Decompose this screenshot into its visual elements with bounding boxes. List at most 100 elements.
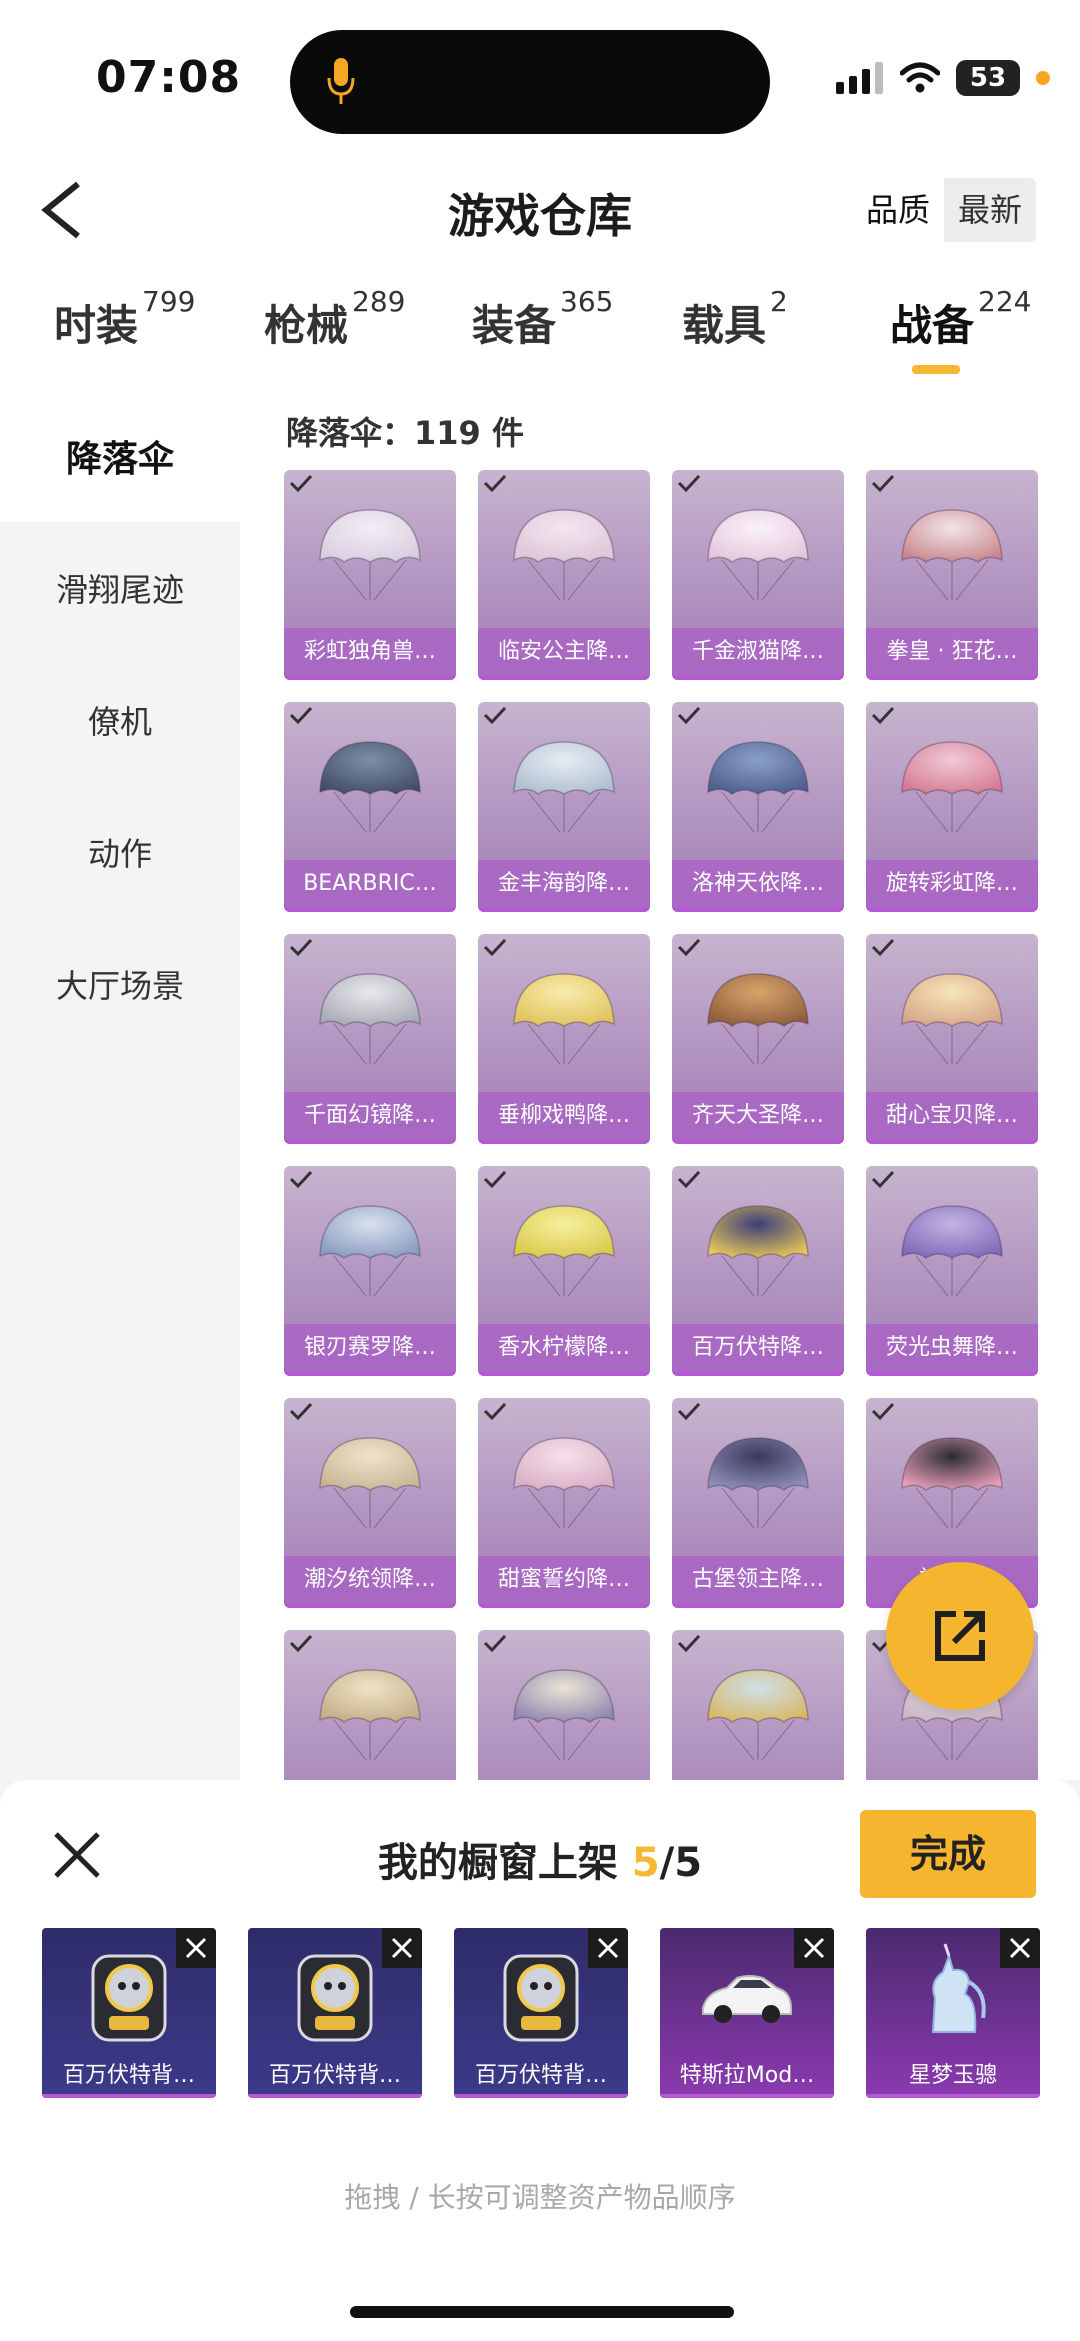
tab-equipment[interactable]: 装备 365 — [472, 285, 613, 353]
tab-label: 载具 — [682, 301, 767, 350]
parachute-image — [319, 973, 421, 1065]
close-icon — [803, 1937, 825, 1959]
parachute-item-card[interactable]: 潮汐统领降… — [284, 1398, 456, 1608]
parachute-item-card[interactable]: 洛神天依降… — [672, 702, 844, 912]
remove-item-button[interactable] — [382, 1928, 422, 1968]
done-button[interactable]: 完成 — [860, 1810, 1036, 1898]
showcase-item-label: 特斯拉Mod… — [679, 2063, 815, 2088]
parachute-image — [707, 973, 809, 1065]
remove-item-button[interactable] — [794, 1928, 834, 1968]
reorder-hint: 拖拽 / 长按可调整资产物品顺序 — [344, 2181, 736, 2214]
car-image — [702, 1975, 792, 2023]
showcase-item[interactable]: 星梦玉骢 — [866, 1928, 1040, 2098]
parachute-item-name: 金丰海韵降… — [478, 860, 650, 912]
parachute-item-name: 百万伏特降… — [672, 1324, 844, 1376]
checkmark-icon — [483, 938, 507, 957]
parachute-image — [513, 1205, 615, 1297]
parachute-item-card[interactable]: 银刃赛罗降… — [284, 1166, 456, 1376]
remove-item-button[interactable] — [1000, 1928, 1040, 1968]
showcase-total-count: /5 — [659, 1840, 703, 1886]
parachute-item-card[interactable]: 千面幻镜降… — [284, 934, 456, 1144]
parachute-item-card[interactable] — [672, 1630, 844, 1780]
side-item-emote[interactable]: 动作 — [0, 786, 240, 918]
parachute-item-name: 拳皇 · 狂花… — [866, 628, 1038, 680]
checkmark-icon — [289, 1402, 313, 1421]
parachute-item-card[interactable]: 临安公主降… — [478, 470, 650, 680]
parachute-item-card[interactable] — [284, 1630, 456, 1780]
tab-count: 2 — [770, 285, 788, 318]
wifi-icon — [900, 62, 940, 93]
parachute-item-card[interactable]: 荧光虫舞降… — [866, 1166, 1038, 1376]
dynamic-island — [290, 30, 770, 134]
parachute-item-card[interactable]: 拳皇 · 狂花… — [866, 470, 1038, 680]
checkmark-icon — [289, 1170, 313, 1189]
parachute-item-card[interactable]: 百万伏特降… — [672, 1166, 844, 1376]
parachute-image — [319, 741, 421, 833]
checkmark-icon — [289, 474, 313, 493]
parachute-item-card[interactable]: 金丰海韵降… — [478, 702, 650, 912]
tab-battle-gear[interactable]: 战备 224 — [890, 285, 1031, 353]
side-item-parachute[interactable]: 降落伞 — [0, 390, 240, 522]
parachute-item-card[interactable]: 垂柳戏鸭降… — [478, 934, 650, 1144]
parachute-item-name: 甜心宝贝降… — [866, 1092, 1038, 1144]
side-item-lobby-scene[interactable]: 大厅场景 — [0, 918, 240, 1050]
parachute-image — [707, 1205, 809, 1297]
parachute-item-name: 香水柠檬降… — [478, 1324, 650, 1376]
header: 游戏仓库 品质 最新 — [0, 150, 1080, 270]
checkmark-icon — [871, 1170, 895, 1189]
tab-count: 799 — [142, 285, 196, 318]
privacy-indicator-dot — [1036, 71, 1050, 85]
share-button[interactable] — [886, 1562, 1034, 1710]
parachute-item-card[interactable] — [478, 1630, 650, 1780]
checkmark-icon — [483, 706, 507, 725]
showcase-item-label: 百万伏特背… — [62, 2063, 195, 2088]
showcase-item[interactable]: 百万伏特背… — [454, 1928, 628, 2098]
tab-firearms[interactable]: 枪械 289 — [264, 285, 405, 353]
parachute-item-card[interactable]: 旋转彩虹降… — [866, 702, 1038, 912]
sort-option-quality[interactable]: 品质 — [851, 178, 944, 242]
checkmark-icon — [289, 1634, 313, 1653]
checkmark-icon — [871, 706, 895, 725]
checkmark-icon — [871, 1402, 895, 1421]
parachute-item-name: 齐天大圣降… — [672, 1092, 844, 1144]
side-menu: 降落伞 滑翔尾迹 僚机 动作 大厅场景 — [0, 390, 240, 1780]
parachute-item-card[interactable]: 古堡领主降… — [672, 1398, 844, 1608]
showcase-item-label: 百万伏特背… — [268, 2063, 401, 2088]
parachute-image — [901, 741, 1003, 833]
checkmark-icon — [289, 706, 313, 725]
parachute-item-card[interactable]: BEARBRIC… — [284, 702, 456, 912]
side-item-glide-trail[interactable]: 滑翔尾迹 — [0, 522, 240, 654]
parachute-item-card[interactable]: 齐天大圣降… — [672, 934, 844, 1144]
parachute-item-card[interactable]: 甜蜜誓约降… — [478, 1398, 650, 1608]
parachute-image — [707, 741, 809, 833]
parachute-image — [707, 1669, 809, 1761]
parachute-item-name: 古堡领主降… — [672, 1556, 844, 1608]
showcase-item[interactable]: 百万伏特背… — [248, 1928, 422, 2098]
home-indicator[interactable] — [350, 2306, 734, 2318]
remove-item-button[interactable] — [176, 1928, 216, 1968]
parachute-item-name: 垂柳戏鸭降… — [478, 1092, 650, 1144]
microphone-icon — [327, 58, 355, 104]
showcase-item-label: 星梦玉骢 — [908, 2063, 997, 2088]
item-count-label: 降落伞：119 件 — [286, 414, 524, 452]
sort-option-newest[interactable]: 最新 — [944, 178, 1036, 242]
parachute-item-name: 彩虹独角兽… — [284, 628, 456, 680]
showcase-title-text: 我的橱窗上架 — [377, 1840, 618, 1886]
tab-fashion[interactable]: 时装 799 — [54, 285, 195, 353]
showcase-item[interactable]: 百万伏特背… — [42, 1928, 216, 2098]
close-icon — [185, 1937, 207, 1959]
parachute-item-card[interactable]: 千金淑猫降… — [672, 470, 844, 680]
parachute-item-name: 千面幻镜降… — [284, 1092, 456, 1144]
tab-vehicles[interactable]: 载具 2 — [682, 285, 788, 353]
tab-count: 224 — [978, 285, 1032, 318]
sort-toggle: 品质 最新 — [851, 178, 1036, 242]
remove-item-button[interactable] — [588, 1928, 628, 1968]
side-item-wingman[interactable]: 僚机 — [0, 654, 240, 786]
showcase-item[interactable]: 特斯拉Mod… — [660, 1928, 834, 2098]
parachute-item-card[interactable]: 甜心宝贝降… — [866, 934, 1038, 1144]
battery-icon: 53 — [956, 60, 1020, 96]
parachute-item-card[interactable]: 香水柠檬降… — [478, 1166, 650, 1376]
unicorn-mount-image — [931, 1943, 986, 2033]
parachute-item-card[interactable]: 彩虹独角兽… — [284, 470, 456, 680]
parachute-item-name: 甜蜜誓约降… — [478, 1556, 650, 1608]
